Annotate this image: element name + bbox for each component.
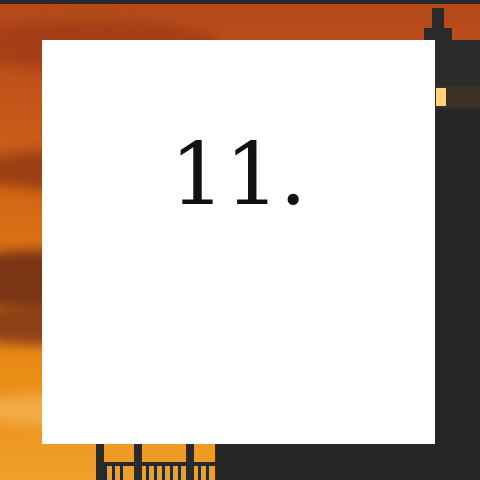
- number-card: 11.: [42, 40, 435, 444]
- railing-baluster: [170, 466, 173, 480]
- railing-baluster: [206, 466, 209, 480]
- railing-baluster: [112, 466, 115, 480]
- railing-baluster: [146, 466, 149, 480]
- lighthouse-cap: [424, 28, 452, 40]
- railing-baluster: [104, 466, 107, 480]
- railing-baluster: [162, 466, 165, 480]
- lighthouse-base: [215, 444, 480, 480]
- lighthouse-tower: [435, 110, 480, 480]
- railing-baluster: [154, 466, 157, 480]
- railing-baluster: [120, 466, 123, 480]
- railing-rail: [96, 462, 216, 466]
- lighthouse-finial: [432, 8, 444, 28]
- railing-baluster: [178, 466, 181, 480]
- sunset-background: 11.: [0, 0, 480, 480]
- railing-baluster: [198, 466, 201, 480]
- lighthouse-lamp: [436, 88, 446, 106]
- card-number: 11.: [170, 125, 307, 225]
